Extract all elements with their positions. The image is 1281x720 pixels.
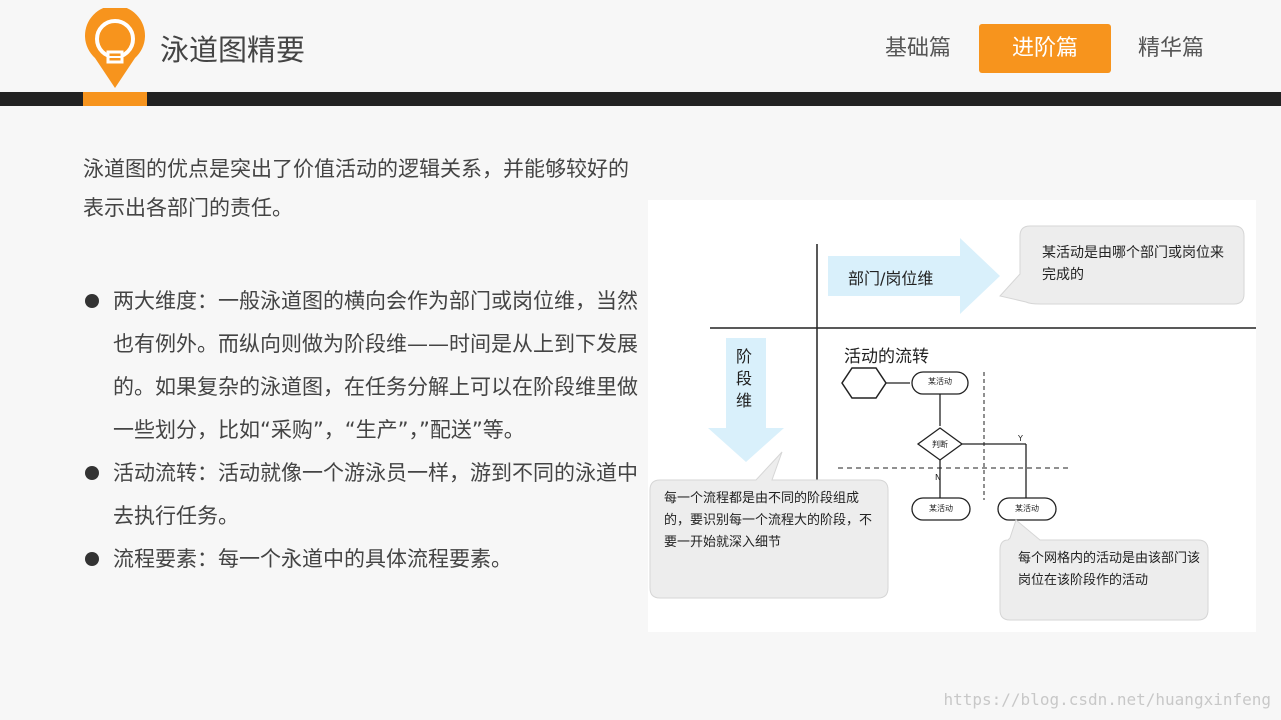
dept-arrow-label: 部门/岗位维 (848, 269, 934, 288)
activity-node-2-label: 某活动 (929, 504, 953, 513)
decision-node-label: 判断 (932, 440, 948, 449)
bullet-item: 两大维度：一般泳道图的横向会作为部门或岗位维，当然也有例外。而纵向则做为阶段维—… (83, 280, 638, 452)
bullet-icon (85, 552, 99, 566)
bullet-text: 流程要素：每一个永道中的具体流程要素。 (113, 547, 512, 571)
lightbulb-icon (85, 8, 145, 88)
stage-arrow-label: 阶段维 (736, 347, 753, 410)
header-divider-accent (83, 92, 147, 106)
tab-basic[interactable]: 基础篇 (866, 24, 970, 73)
start-hexagon (841, 367, 887, 399)
tab-advanced[interactable]: 进阶篇 (979, 24, 1111, 73)
cell-note-text: 每个网格内的活动是由该部门该岗位在该阶段作的活动 (1018, 551, 1201, 588)
bullet-icon (85, 466, 99, 480)
dept-note-text: 某活动是由哪个部门或岗位来完成的 (1042, 245, 1224, 283)
header: 泳道图精要 基础篇 进阶篇 精华篇 (0, 0, 1281, 92)
stage-note-text: 每一个流程都是由不同的阶段组成的，要识别每一个流程大的阶段，不要一开始就深入细节 (664, 491, 873, 550)
bullet-text: 两大维度：一般泳道图的横向会作为部门或岗位维，当然也有例外。而纵向则做为阶段维—… (113, 289, 638, 442)
bullet-text: 活动流转：活动就像一个游泳员一样，游到不同的泳道中去执行任务。 (113, 461, 638, 528)
bullet-icon (85, 294, 99, 308)
branch-no-label: N (935, 473, 941, 482)
watermark: https://blog.csdn.net/huangxinfeng (943, 690, 1271, 709)
tab-essence[interactable]: 精华篇 (1119, 24, 1223, 73)
header-divider (0, 92, 1281, 106)
intro-text: 泳道图的优点是突出了价值活动的逻辑关系，并能够较好的表示出各部门的责任。 (83, 157, 629, 220)
bullet-list: 两大维度：一般泳道图的横向会作为部门或岗位维，当然也有例外。而纵向则做为阶段维—… (83, 280, 638, 581)
bullet-item: 流程要素：每一个永道中的具体流程要素。 (83, 538, 638, 581)
branch-yes-label: Y (1018, 434, 1023, 443)
page-title: 泳道图精要 (160, 33, 306, 67)
bullet-item: 活动流转：活动就像一个游泳员一样，游到不同的泳道中去执行任务。 (83, 452, 638, 538)
swimlane-diagram: 部门/岗位维 某活动是由哪个部门或岗位来完成的 阶段维 活动的流转 某活动 判断… (648, 200, 1256, 632)
flow-title: 活动的流转 (844, 347, 929, 367)
activity-node-1-label: 某活动 (928, 377, 952, 386)
activity-node-3-label: 某活动 (1015, 504, 1039, 513)
